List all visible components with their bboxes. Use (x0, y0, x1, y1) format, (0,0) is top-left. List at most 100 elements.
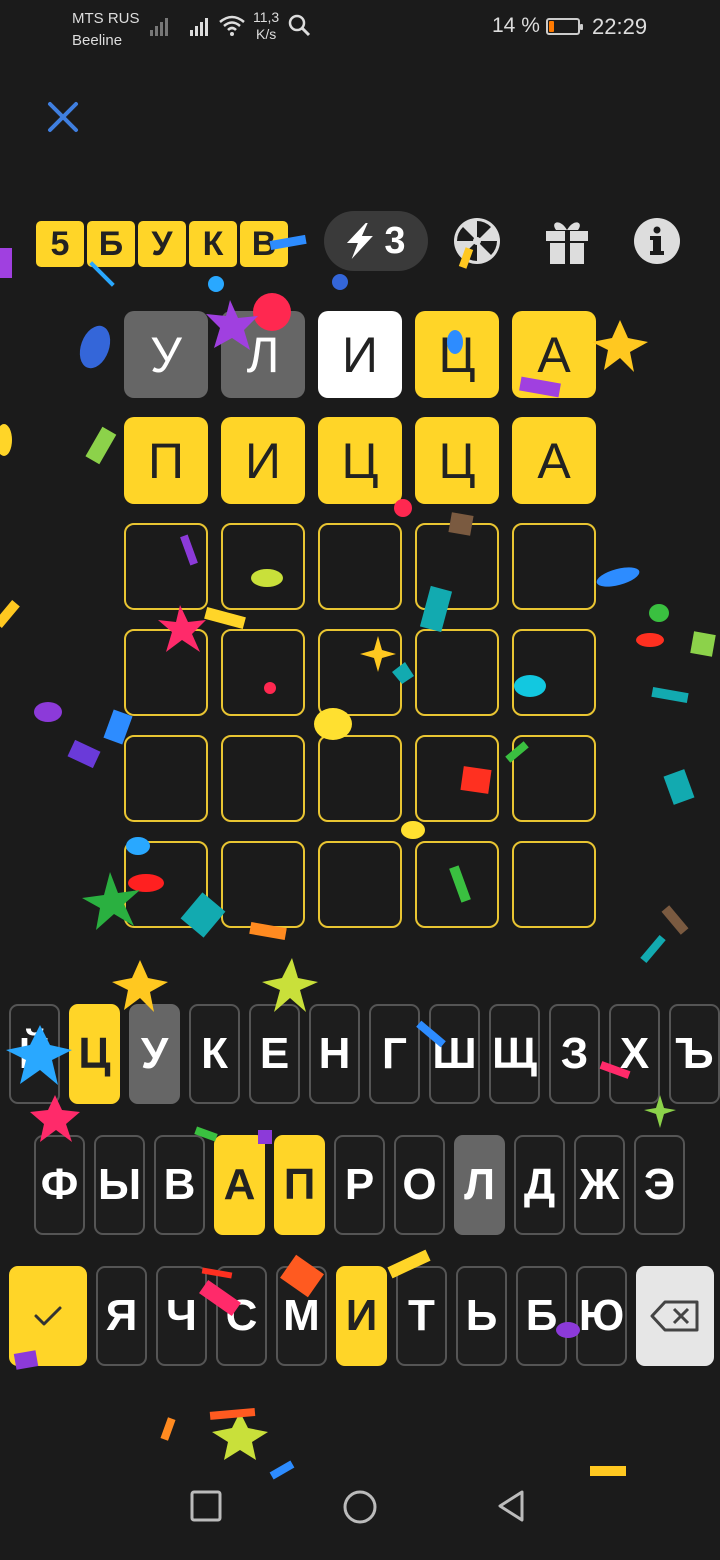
key-button[interactable]: Ю (576, 1266, 627, 1366)
key-button[interactable]: Ч (156, 1266, 207, 1366)
keyboard-row-3: ЯЧСМИТЬБЮ (9, 1266, 714, 1366)
key-button[interactable]: О (394, 1135, 445, 1235)
grid-cell (124, 841, 208, 928)
grid-cell (221, 629, 305, 716)
recent-apps-icon[interactable] (188, 1488, 224, 1524)
key-button[interactable]: Н (309, 1004, 360, 1104)
keyboard-row-2: ФЫВАПРОЛДЖЭ (34, 1135, 685, 1235)
wifi-icon (219, 15, 245, 36)
battery-icon (546, 18, 583, 35)
game-grid: УЛИЦАПИЦЦА (124, 311, 596, 928)
key-button[interactable]: У (129, 1004, 180, 1104)
signal-icon (150, 18, 168, 36)
key-button[interactable]: Т (396, 1266, 447, 1366)
key-button[interactable]: Ы (94, 1135, 145, 1235)
key-button[interactable]: Х (609, 1004, 660, 1104)
grid-cell: Ц (415, 417, 499, 504)
check-icon (34, 1306, 62, 1326)
grid-cell (512, 629, 596, 716)
lightning-icon (347, 223, 374, 259)
grid-cell: И (318, 311, 402, 398)
grid-cell: У (124, 311, 208, 398)
key-button[interactable]: П (274, 1135, 325, 1235)
backspace-icon (650, 1300, 699, 1332)
grid-cell: Ц (318, 417, 402, 504)
key-button[interactable]: В (154, 1135, 205, 1235)
network-speed: 11,3 K/s (253, 9, 279, 43)
key-button[interactable]: Э (634, 1135, 685, 1235)
logo-letter: 5 (36, 221, 84, 267)
logo-letter: В (240, 221, 288, 267)
grid-cell (318, 629, 402, 716)
logo-letter: Б (87, 221, 135, 267)
close-icon[interactable] (40, 94, 86, 140)
key-button[interactable]: Д (514, 1135, 565, 1235)
info-icon[interactable] (632, 216, 682, 266)
grid-cell: Ц (415, 311, 499, 398)
status-bar: MTS RUS Beeline 11,3 K/s 14 % 22:29 (0, 0, 720, 60)
grid-cell (318, 735, 402, 822)
grid-cell (415, 523, 499, 610)
grid-cell (512, 523, 596, 610)
key-button[interactable]: З (549, 1004, 600, 1104)
grid-cell: А (512, 417, 596, 504)
clock: 22:29 (592, 14, 648, 39)
wheel-icon[interactable] (452, 216, 502, 266)
key-button[interactable]: А (214, 1135, 265, 1235)
grid-cell (415, 841, 499, 928)
carrier-info: MTS RUS Beeline (72, 8, 140, 52)
grid-cell (124, 735, 208, 822)
keyboard-row-1: ЙЦУКЕНГШЩЗХЪ (9, 1004, 720, 1104)
carrier-2: Beeline (72, 32, 123, 49)
backspace-button[interactable] (636, 1266, 714, 1366)
hints-button[interactable]: 3 (324, 211, 428, 271)
grid-cell (318, 841, 402, 928)
grid-cell (221, 841, 305, 928)
signal-icon-2 (190, 18, 208, 36)
grid-cell (512, 735, 596, 822)
key-button[interactable]: Л (454, 1135, 505, 1235)
app-logo: 5 Б У К В (36, 221, 288, 267)
grid-cell (124, 629, 208, 716)
key-button[interactable]: Я (96, 1266, 147, 1366)
key-button[interactable]: И (336, 1266, 387, 1366)
key-button[interactable]: Е (249, 1004, 300, 1104)
logo-letter: К (189, 221, 237, 267)
grid-cell (415, 629, 499, 716)
back-icon[interactable] (494, 1488, 530, 1524)
key-button[interactable]: С (216, 1266, 267, 1366)
grid-cell (318, 523, 402, 610)
search-icon (288, 14, 311, 37)
key-button[interactable]: Ж (574, 1135, 625, 1235)
grid-cell (512, 841, 596, 928)
grid-cell (221, 735, 305, 822)
key-button[interactable]: Р (334, 1135, 385, 1235)
home-icon[interactable] (341, 1488, 379, 1526)
key-button[interactable]: Й (9, 1004, 60, 1104)
grid-cell (415, 735, 499, 822)
key-button[interactable]: Ц (69, 1004, 120, 1104)
key-button[interactable]: Ь (456, 1266, 507, 1366)
key-button[interactable]: К (189, 1004, 240, 1104)
grid-cell (221, 523, 305, 610)
gift-icon[interactable] (542, 216, 592, 266)
grid-cell: Л (221, 311, 305, 398)
key-button[interactable]: Б (516, 1266, 567, 1366)
key-button[interactable]: Г (369, 1004, 420, 1104)
key-button[interactable]: Ф (34, 1135, 85, 1235)
battery-percent: 14 % (492, 14, 540, 37)
grid-cell: А (512, 311, 596, 398)
key-button[interactable]: Ъ (669, 1004, 720, 1104)
speed-value: 11,3 (253, 9, 280, 25)
carrier-1: MTS RUS (72, 10, 140, 27)
grid-cell (124, 523, 208, 610)
key-button[interactable]: М (276, 1266, 327, 1366)
grid-cell: И (221, 417, 305, 504)
hints-count: 3 (384, 219, 406, 262)
logo-letter: У (138, 221, 186, 267)
key-button[interactable]: Щ (489, 1004, 540, 1104)
speed-unit: K/s (255, 26, 277, 42)
enter-button[interactable] (9, 1266, 87, 1366)
key-button[interactable]: Ш (429, 1004, 480, 1104)
grid-cell: П (124, 417, 208, 504)
